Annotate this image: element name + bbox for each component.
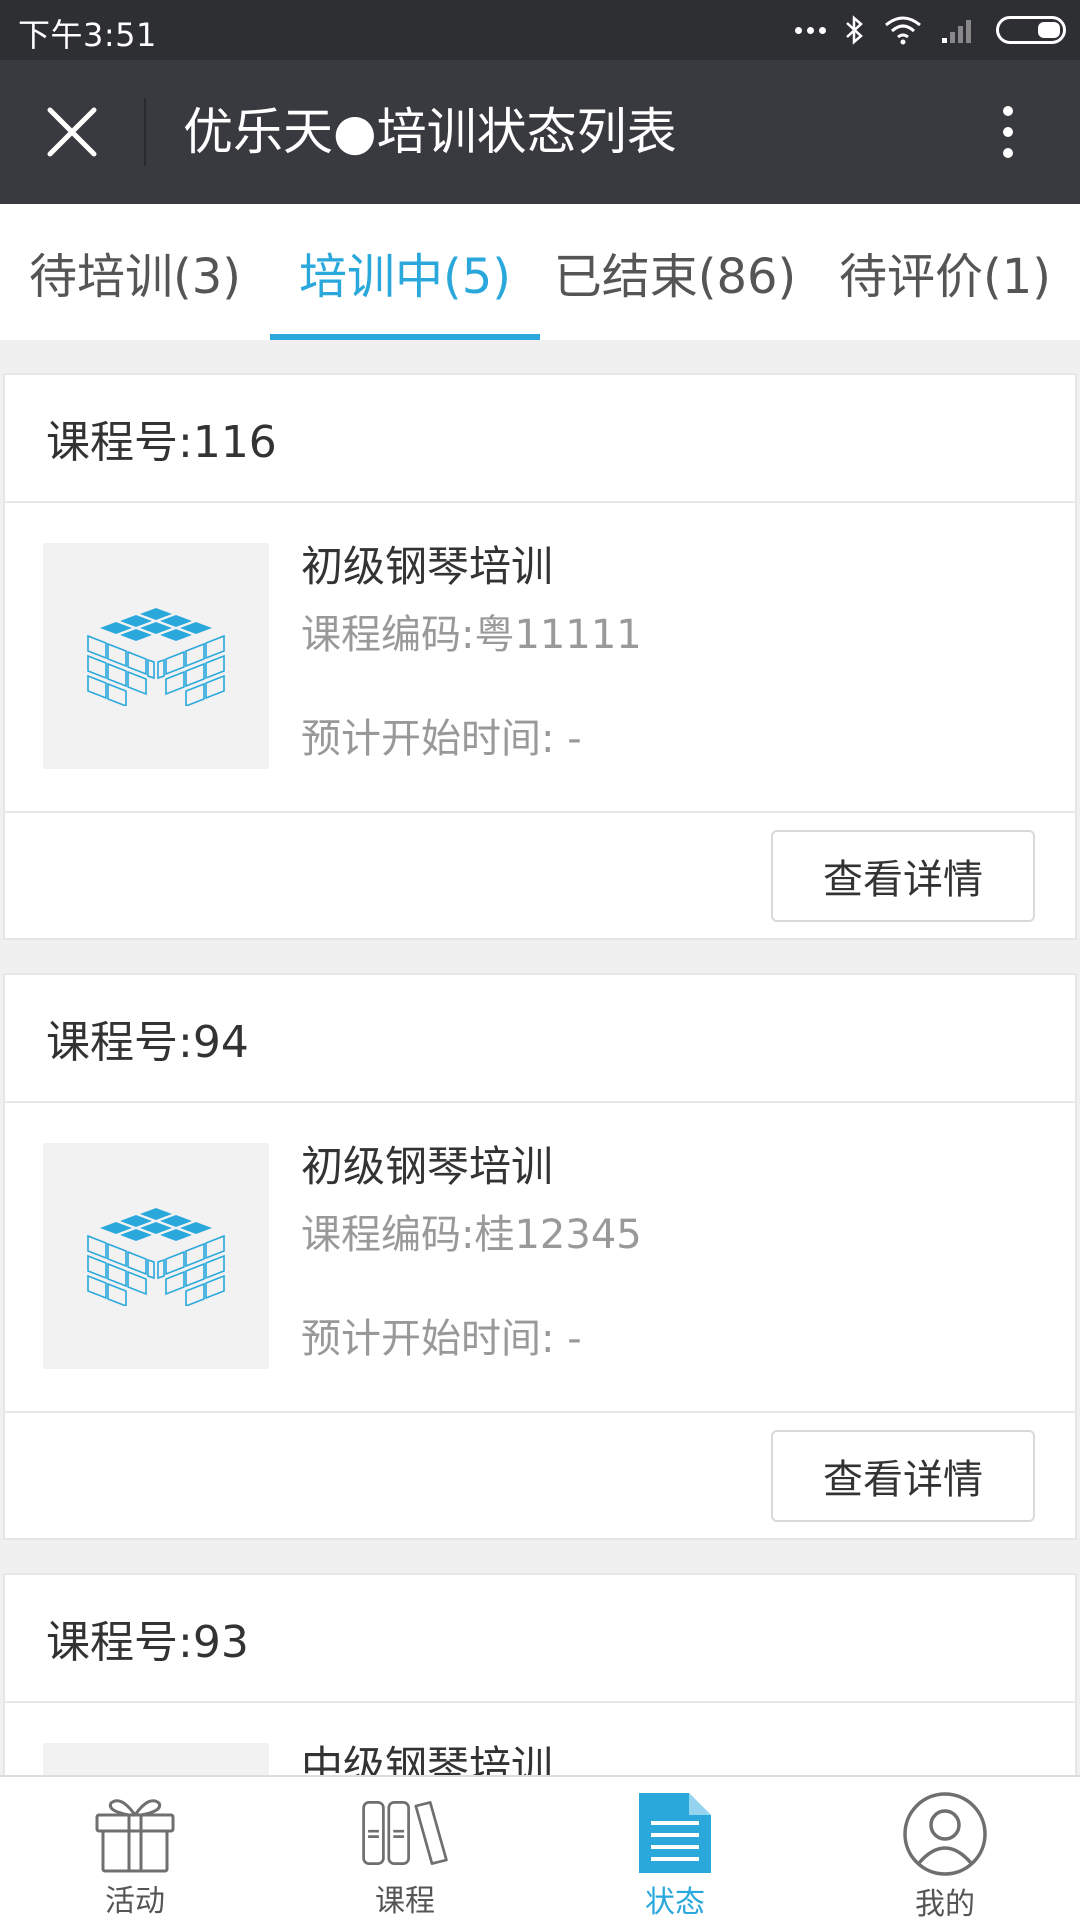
course-start-time: 预计开始时间: - [301,1316,582,1362]
course-thumbnail [43,1743,269,1775]
nav-label: 课程 [375,1884,435,1919]
status-icons [795,12,1066,48]
course-info: 初级钢琴培训 课程编码:桂12345 预计开始时间: - [301,1137,642,1369]
tab-pending[interactable]: 待培训(3) [0,204,270,340]
course-name: 初级钢琴培训 [301,1142,554,1191]
page-title: 优乐天●培训状态列表 [183,103,677,161]
view-details-button[interactable]: 查看详情 [771,1430,1035,1522]
course-thumbnail [43,1143,269,1369]
tab-finished[interactable]: 已结束(86) [540,204,810,340]
tab-in-training[interactable]: 培训中(5) [270,204,540,340]
bluetooth-icon [846,15,863,45]
signal-icon [942,20,971,43]
course-info: 初级钢琴培训 课程编码:粤11111 预计开始时间: - [301,537,642,769]
view-details-button[interactable]: 查看详情 [771,830,1035,922]
course-list[interactable]: 课程号:116 初级钢琴培训 课程编码:粤11111 预计开始时间: - 查看详… [0,340,1080,1775]
course-footer: 查看详情 [5,1413,1075,1538]
gift-icon [90,1791,180,1874]
course-number: 课程号:93 [5,1575,1075,1703]
cube-icon [87,608,225,706]
nav-label: 状态 [645,1885,705,1920]
status-time: 下午3:51 [18,16,157,54]
cube-icon [87,1208,225,1306]
battery-icon [996,16,1066,44]
course-thumbnail [43,543,269,769]
more-dot-icon [1003,106,1013,116]
course-code: 课程编码:桂12345 [301,1212,642,1258]
nav-mine[interactable]: 我的 [810,1777,1080,1920]
course-card: 课程号:116 初级钢琴培训 课程编码:粤11111 预计开始时间: - 查看详… [3,373,1077,940]
course-start-time: 预计开始时间: - [301,716,582,762]
status-tabs: 待培训(3) 培训中(5) 已结束(86) 待评价(1) [0,204,1080,340]
more-dot-icon [1003,127,1013,137]
nav-label: 活动 [105,1884,165,1919]
more-dot-icon [1003,148,1013,158]
title-bar: 优乐天●培训状态列表 [0,60,1080,204]
course-name: 中级钢琴培训 [301,1742,554,1775]
course-name: 初级钢琴培训 [301,542,554,591]
tab-to-evaluate[interactable]: 待评价(1) [810,204,1080,340]
bottom-nav: 活动 课程 状态 我的 [0,1775,1080,1920]
course-card: 课程号:94 初级钢琴培训 课程编码:桂12345 预计开始时间: - 查看详情 [3,973,1077,1540]
title-divider [144,98,146,166]
close-icon [47,107,97,157]
course-info: 中级钢琴培训 [301,1737,553,1775]
status-bar: 下午3:51 [0,0,1080,60]
course-body[interactable]: 初级钢琴培训 课程编码:桂12345 预计开始时间: - [5,1103,1075,1413]
course-number: 课程号:116 [5,375,1075,503]
more-notifications-icon [795,26,826,34]
nav-courses[interactable]: 课程 [270,1777,540,1920]
wifi-icon [885,16,921,45]
close-button[interactable] [36,96,108,168]
nav-activities[interactable]: 活动 [0,1777,270,1920]
course-card: 课程号:93 中级钢琴培训 [3,1573,1077,1775]
course-body[interactable]: 初级钢琴培训 课程编码:粤11111 预计开始时间: - [5,503,1075,813]
nav-label: 我的 [915,1887,975,1920]
more-options-button[interactable] [972,96,1044,168]
nav-status[interactable]: 状态 [540,1777,810,1920]
course-body[interactable]: 中级钢琴培训 [5,1703,1075,1775]
document-icon [630,1791,720,1875]
course-number: 课程号:94 [5,975,1075,1103]
course-footer: 查看详情 [5,813,1075,938]
books-icon [360,1791,450,1874]
user-icon [900,1791,990,1877]
course-code: 课程编码:粤11111 [301,612,642,658]
